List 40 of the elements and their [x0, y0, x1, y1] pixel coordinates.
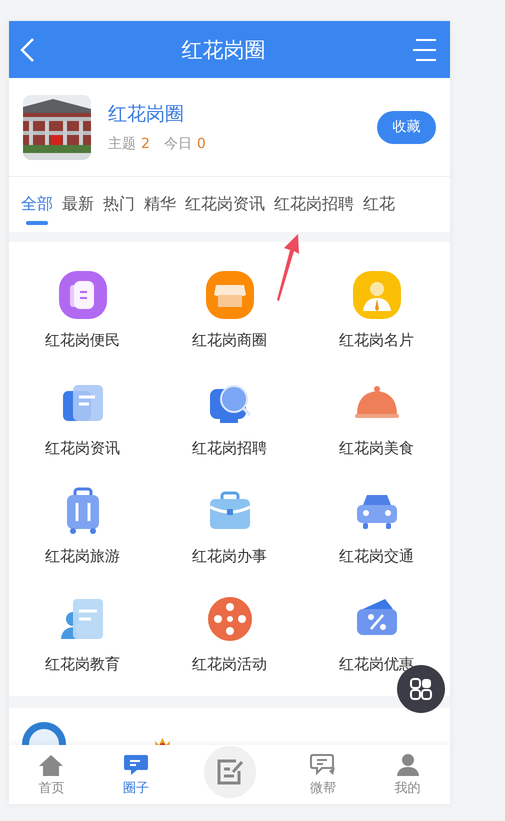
page-title: 红花岗圈 [182, 36, 266, 64]
document-icon[interactable] [56, 269, 108, 321]
stat-value: 2 [141, 136, 150, 152]
stat-label: 主题 [108, 135, 136, 153]
category-label[interactable]: 红花岗名片 [339, 331, 414, 350]
category-label[interactable]: 红花岗活动 [192, 655, 267, 674]
favorite-button[interactable]: 收藏 [377, 110, 436, 144]
circle-name: 红花岗圈 [108, 102, 185, 127]
compose-icon [216, 759, 244, 785]
category-label[interactable]: 红花岗办事 [192, 547, 267, 566]
category-label[interactable]: 红花岗教育 [45, 655, 120, 674]
category-label[interactable]: 红花岗美食 [339, 439, 414, 458]
menu-icon[interactable] [412, 38, 438, 62]
category-label[interactable]: 红花岗便民 [45, 331, 120, 350]
category-label[interactable]: 红花岗旅游 [45, 547, 120, 566]
nav-tab[interactable]: 圈子 [94, 752, 178, 796]
category-label[interactable]: 红花岗交通 [339, 547, 414, 566]
shop-icon[interactable] [204, 269, 256, 321]
chat-bubbles-icon [310, 752, 336, 776]
back-icon[interactable] [19, 36, 35, 62]
category-label[interactable]: 红花岗商圈 [192, 331, 267, 350]
category-tab[interactable]: 全部 [21, 194, 53, 225]
nav-tab[interactable]: 首页 [9, 752, 94, 796]
grid-icon [409, 677, 433, 701]
stat-value: 0 [196, 136, 206, 152]
category-tab[interactable]: 红花岗招聘 [274, 194, 354, 225]
user-icon [394, 752, 421, 776]
annotation-arrow [274, 232, 302, 302]
chat-icon [123, 752, 150, 776]
home-icon [38, 752, 64, 776]
category-tab[interactable]: 精华 [144, 194, 176, 225]
category-tab[interactable]: 最新 [62, 194, 94, 225]
category-tab[interactable]: 热门 [103, 194, 135, 225]
category-label[interactable]: 红花岗资讯 [45, 439, 120, 458]
stat-label: 今日 [164, 135, 192, 153]
nav-tab[interactable]: 我的 [365, 752, 450, 796]
nav-tab[interactable]: 微帮 [280, 752, 366, 796]
category-label[interactable]: 红花岗招聘 [192, 439, 267, 458]
category-tab[interactable]: 红花岗资讯 [185, 194, 265, 225]
category-tab[interactable]: 红花 [363, 194, 395, 225]
